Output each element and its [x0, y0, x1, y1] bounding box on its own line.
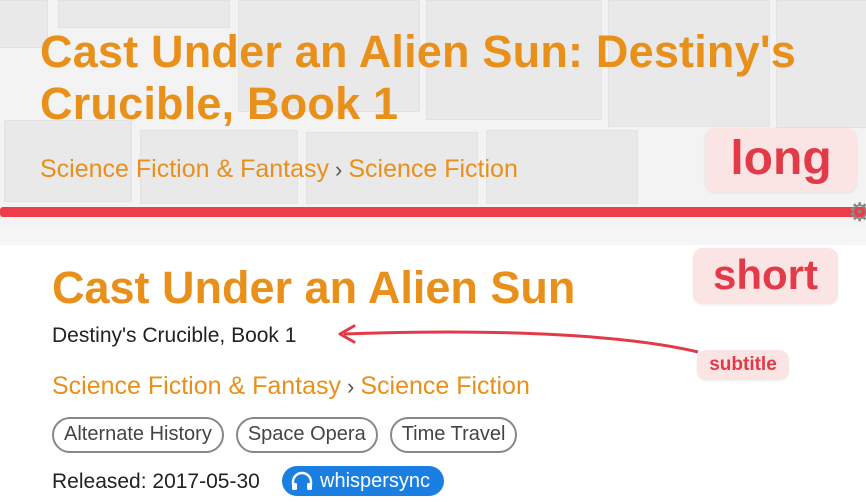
chevron-right-icon: › — [347, 373, 355, 399]
tag-chip-space-opera[interactable]: Space Opera — [235, 417, 378, 453]
long-title-example: Cast Under an Alien Sun: Destiny's Cruci… — [0, 0, 866, 205]
release-date: Released: 2017-05-30 — [52, 470, 260, 493]
gear-icon: ⚙ — [848, 197, 866, 227]
breadcrumb-category[interactable]: Science Fiction & Fantasy — [52, 372, 341, 401]
headphones-icon — [291, 471, 313, 490]
label-long: long — [705, 128, 857, 192]
breadcrumb-subcategory[interactable]: Science Fiction — [360, 372, 530, 401]
breadcrumb-subcategory[interactable]: Science Fiction — [348, 155, 518, 184]
label-subtitle: subtitle — [697, 350, 789, 380]
label-short: short — [693, 248, 838, 304]
tag-chip-time-travel[interactable]: Time Travel — [389, 417, 518, 453]
divider-line — [0, 207, 866, 217]
book-subtitle: Destiny's Crucible, Book 1 — [52, 324, 297, 347]
tag-chips: Alternate History Space Opera Time Trave… — [52, 417, 518, 453]
chevron-right-icon: › — [335, 156, 343, 182]
breadcrumb-top: Science Fiction & Fantasy › Science Fict… — [40, 155, 518, 184]
breadcrumb-category[interactable]: Science Fiction & Fantasy — [40, 155, 329, 184]
book-title-long: Cast Under an Alien Sun: Destiny's Cruci… — [40, 26, 796, 129]
whispersync-badge[interactable]: whispersync — [282, 466, 445, 496]
breadcrumb-bottom: Science Fiction & Fantasy › Science Fict… — [52, 372, 530, 401]
tag-chip-alternate-history[interactable]: Alternate History — [52, 417, 224, 453]
whispersync-label: whispersync — [320, 469, 431, 492]
book-title-short: Cast Under an Alien Sun — [52, 262, 576, 313]
arrow-icon — [338, 324, 699, 354]
